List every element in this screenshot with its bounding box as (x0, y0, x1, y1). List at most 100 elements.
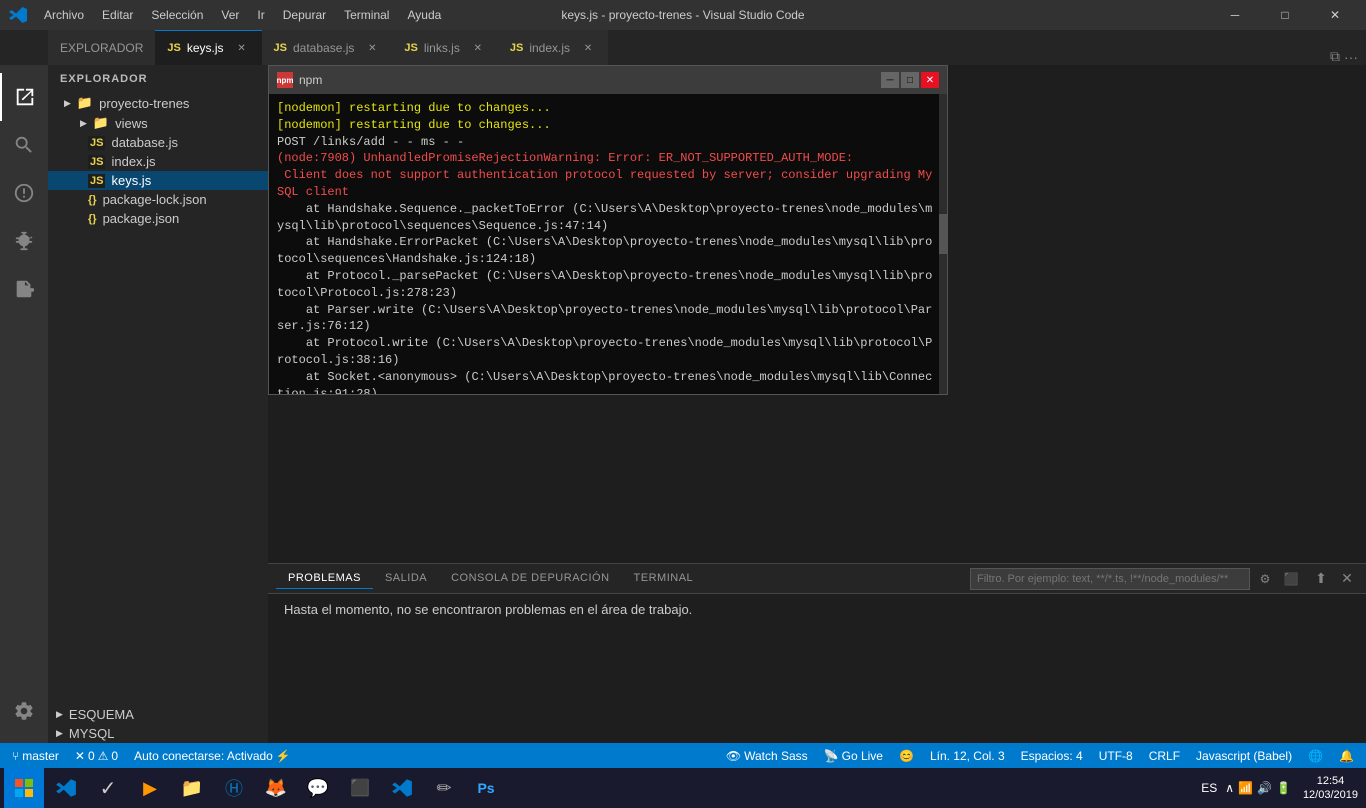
panel-close-icon[interactable]: ✕ (1336, 568, 1358, 590)
js-icon: JS (274, 42, 287, 54)
maximize-button[interactable]: □ (1262, 0, 1308, 30)
tray-icon-battery[interactable]: 🔋 (1276, 781, 1291, 795)
status-language[interactable]: Javascript (Babel) (1192, 749, 1296, 763)
taskbar-app-photoshop[interactable]: Ps (466, 768, 506, 808)
tab-close-button[interactable]: ✕ (364, 40, 380, 56)
taskbar-app-media[interactable]: ▶ (130, 768, 170, 808)
status-auto-connect[interactable]: Auto conectarse: Activado ⚡ (130, 749, 295, 763)
tray-icon-arrow[interactable]: ∧ (1225, 781, 1234, 795)
panel-maximize-icon[interactable]: ⬆ (1310, 568, 1332, 590)
status-encoding[interactable]: UTF-8 (1095, 749, 1137, 763)
npm-line: Client does not support authentication p… (277, 167, 939, 201)
go-live-label: Go Live (842, 749, 883, 763)
menu-seleccion[interactable]: Selección (143, 4, 211, 26)
menu-ir[interactable]: Ir (249, 4, 272, 26)
sidebar-item-package-lock-json[interactable]: {} package-lock.json (48, 190, 268, 209)
sidebar-item-keys-js[interactable]: JS keys.js (48, 171, 268, 190)
taskbar-app-pen[interactable]: ✏ (424, 768, 464, 808)
activity-git[interactable] (0, 169, 48, 217)
status-watch-sass[interactable]: 👁 Watch Sass (722, 749, 812, 763)
editor-area: npm npm ─ □ ✕ [nodemon] restarting due t… (268, 65, 1366, 563)
filter-settings-icon[interactable]: ⚙ (1254, 568, 1276, 590)
panel-tabs-row: PROBLEMAS SALIDA CONSOLA DE DEPURACIÓN T… (268, 564, 1366, 594)
npm-line: at Protocol._parsePacket (C:\Users\A\Des… (277, 268, 939, 302)
sidebar-section-esquema[interactable]: ▶ 📁 proyecto-trenes (48, 93, 268, 113)
menu-bar: Archivo Editar Selección Ver Ir Depurar … (36, 4, 449, 26)
menu-terminal[interactable]: Terminal (336, 4, 397, 26)
status-spaces[interactable]: Espacios: 4 (1017, 749, 1087, 763)
tab-label: database.js (293, 41, 354, 55)
filter-input[interactable] (970, 568, 1250, 590)
taskbar-app-terminal[interactable]: ⬛ (340, 768, 380, 808)
js-file-icon: JS (88, 155, 105, 169)
activity-explorer[interactable] (0, 73, 48, 121)
npm-line: at Handshake.ErrorPacket (C:\Users\A\Des… (277, 234, 939, 268)
folder-label: views (115, 116, 148, 131)
error-icon: ✕ (75, 749, 85, 763)
scrollbar-vertical[interactable] (939, 94, 947, 394)
taskbar-right: ES ∧ 📶 🔊 🔋 12:54 12/03/2019 (1193, 774, 1362, 803)
menu-depurar[interactable]: Depurar (275, 4, 334, 26)
collapse-all-icon[interactable]: ⬛ (1280, 568, 1302, 590)
menu-ayuda[interactable]: Ayuda (399, 4, 449, 26)
npm-line: [nodemon] restarting due to changes... (277, 100, 939, 117)
tab-index-js[interactable]: JS index.js ✕ (498, 30, 608, 65)
tab-problemas[interactable]: PROBLEMAS (276, 568, 373, 589)
split-editor-icon[interactable]: ⧉ (1330, 48, 1340, 65)
taskbar-app-hp[interactable]: Ⓗ (214, 768, 254, 808)
status-feedback[interactable]: 😊 (895, 749, 918, 763)
taskbar-app-taskbar1[interactable]: ✓ (88, 768, 128, 808)
status-bell-icon[interactable]: 🔔 (1335, 749, 1358, 763)
activity-settings[interactable] (0, 687, 48, 735)
npm-terminal-content[interactable]: [nodemon] restarting due to changes... [… (269, 94, 947, 394)
status-line-col[interactable]: Lín. 12, Col. 3 (926, 749, 1009, 763)
menu-archivo[interactable]: Archivo (36, 4, 92, 26)
taskbar-app-firefox[interactable]: 🦊 (256, 768, 296, 808)
sidebar-item-database-js[interactable]: JS database.js (48, 133, 268, 152)
tray-icon-volume[interactable]: 🔊 (1257, 781, 1272, 795)
title-bar-left: Archivo Editar Selección Ver Ir Depurar … (8, 4, 449, 26)
sidebar-item-index-js[interactable]: JS index.js (48, 152, 268, 171)
sidebar-section-esquema-bottom[interactable]: ▶ ESQUEMA (48, 705, 268, 724)
panel-filter: ⚙ ⬛ (970, 568, 1302, 590)
activity-debug[interactable] (0, 217, 48, 265)
tab-salida[interactable]: SALIDA (373, 568, 439, 588)
sidebar-views-folder[interactable]: ▶ 📁 views (48, 113, 268, 133)
more-actions-icon[interactable]: ··· (1344, 49, 1358, 65)
tab-links-js[interactable]: JS links.js ✕ (392, 30, 497, 65)
taskbar-app-vscode2[interactable] (382, 768, 422, 808)
tab-keys-js[interactable]: JS keys.js ✕ (155, 30, 261, 65)
npm-close-button[interactable]: ✕ (921, 72, 939, 88)
tab-close-button[interactable]: ✕ (234, 40, 250, 56)
status-branch[interactable]: ⑂ master (8, 749, 63, 763)
menu-ver[interactable]: Ver (213, 4, 247, 26)
tab-database-js[interactable]: JS database.js ✕ (262, 30, 393, 65)
status-globe-icon[interactable]: 🌐 (1304, 749, 1327, 763)
start-button[interactable] (4, 768, 44, 808)
sidebar-section-mysql[interactable]: ▶ MYSQL (48, 724, 268, 743)
activity-search[interactable] (0, 121, 48, 169)
taskbar-app-skype[interactable]: 💬 (298, 768, 338, 808)
npm-minimize-button[interactable]: ─ (881, 72, 899, 88)
clock-area[interactable]: 12:54 12/03/2019 (1299, 774, 1362, 803)
sidebar-item-package-json[interactable]: {} package.json (48, 209, 268, 228)
tab-label: links.js (424, 41, 460, 55)
status-errors[interactable]: ✕ 0 ⚠ 0 (71, 749, 122, 763)
tray-icon-network[interactable]: 📶 (1238, 781, 1253, 795)
minimize-button[interactable]: ─ (1212, 0, 1258, 30)
close-button[interactable]: ✕ (1312, 0, 1358, 30)
status-line-ending[interactable]: CRLF (1145, 749, 1184, 763)
tab-close-button[interactable]: ✕ (580, 40, 596, 56)
taskbar-app-files[interactable]: 📁 (172, 768, 212, 808)
tab-explorador[interactable]: EXPLORADOR (48, 30, 155, 65)
npm-maximize-button[interactable]: □ (901, 72, 919, 88)
taskbar-app-vscode[interactable] (46, 768, 86, 808)
tab-terminal[interactable]: TERMINAL (622, 568, 706, 588)
menu-editar[interactable]: Editar (94, 4, 141, 26)
no-problems-message: Hasta el momento, no se encontraron prob… (284, 602, 692, 617)
npm-line: at Protocol.write (C:\Users\A\Desktop\pr… (277, 335, 939, 369)
status-go-live[interactable]: 📡 Go Live (820, 749, 887, 763)
activity-extensions[interactable] (0, 265, 48, 313)
tab-close-button[interactable]: ✕ (470, 40, 486, 56)
tab-consola-depuracion[interactable]: CONSOLA DE DEPURACIÓN (439, 568, 621, 588)
